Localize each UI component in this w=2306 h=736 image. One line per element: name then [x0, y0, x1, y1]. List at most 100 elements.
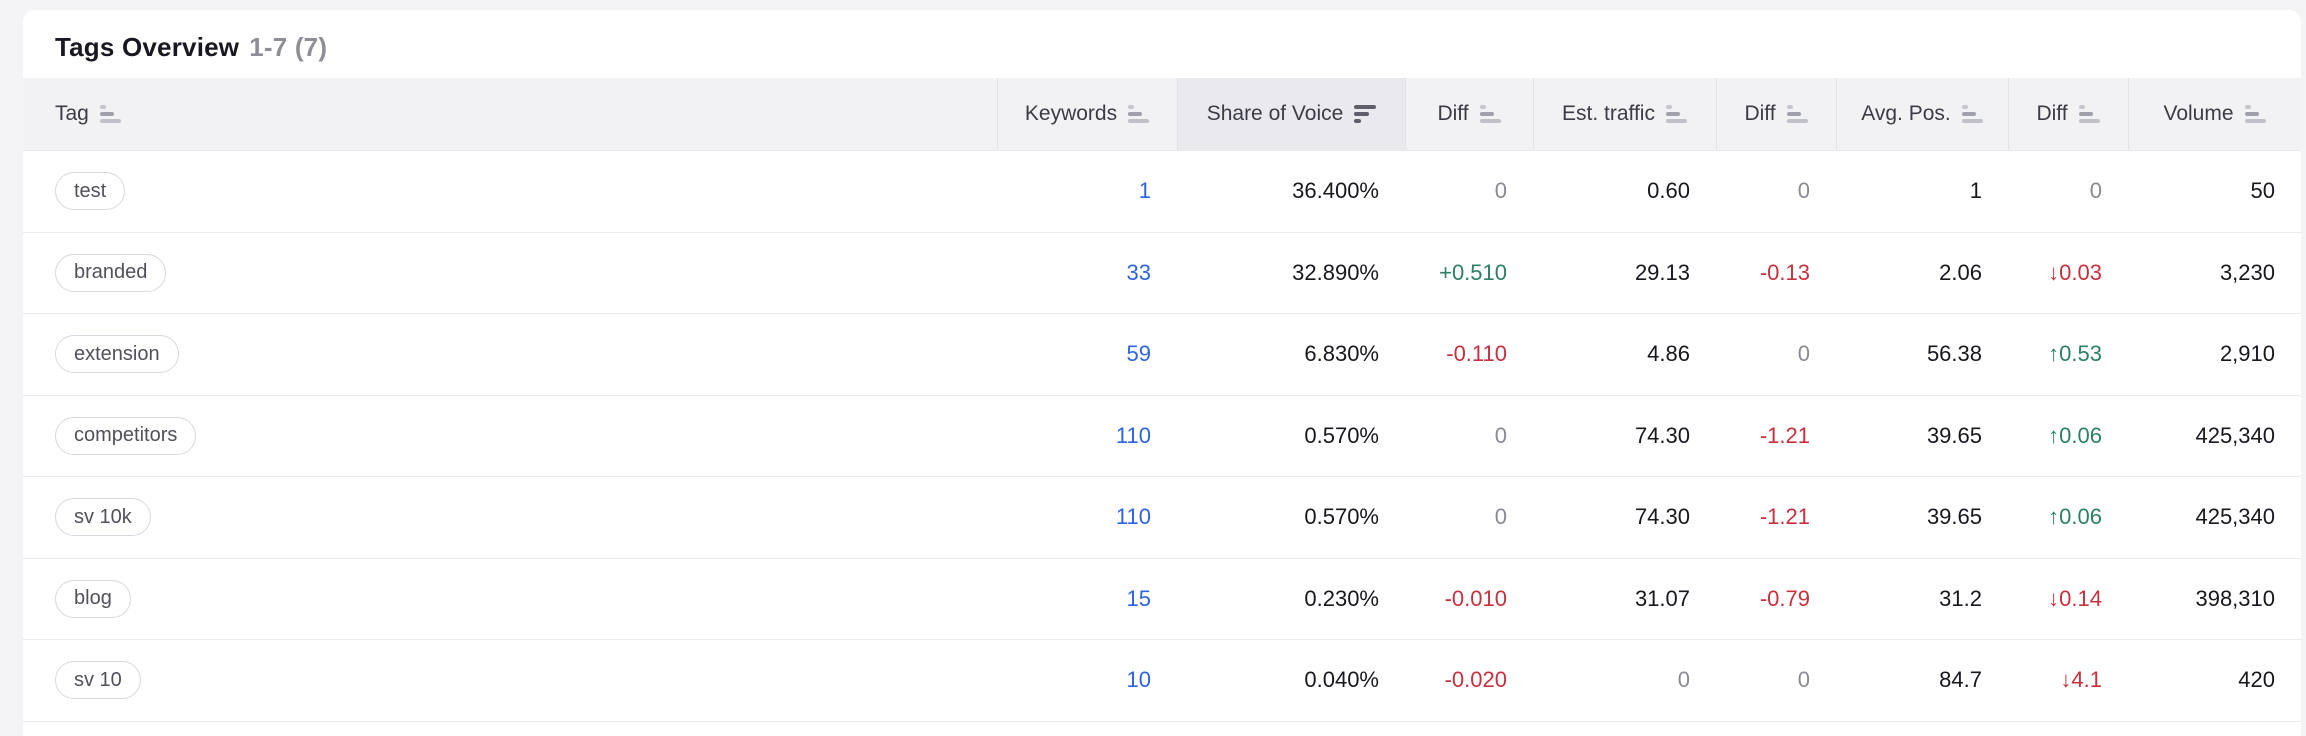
cell-tag: sv 10 [23, 661, 997, 700]
column-header-diff2[interactable]: Diff [1716, 78, 1836, 150]
cell-avgpos: 31.2 [1939, 585, 1982, 611]
column-header-label: Diff [1744, 102, 1776, 125]
tags-overview-card: Tags Overview 1-7 (7) Tag Keywords Share … [23, 10, 2301, 736]
tag-pill-label: sv 10 [74, 668, 122, 691]
column-header-tag[interactable]: Tag [23, 78, 997, 150]
column-header-label: Est. traffic [1562, 102, 1655, 125]
sort-icon [1128, 105, 1150, 123]
tag-pill[interactable]: test [55, 172, 126, 211]
cell-avgpos: 56.38 [1926, 341, 1982, 367]
cell-diff3: ↓4.1 [2060, 667, 2102, 693]
cell-sov: 0.230% [1304, 585, 1379, 611]
table-row: extension 59 6.830% -0.110 4.86 0 56.38 ↑0.53 2… [23, 314, 2301, 396]
cell-sov: 0.570% [1304, 504, 1379, 530]
column-header-volume[interactable]: Volume [2128, 78, 2301, 150]
tag-pill[interactable]: sv 10k [55, 498, 151, 537]
column-header-diff1[interactable]: Diff [1405, 78, 1533, 150]
tag-pill[interactable]: blog [55, 579, 131, 618]
cell-volume: 420 [2238, 667, 2275, 693]
cell-avgpos: 84.7 [1939, 667, 1982, 693]
cell-diff2: 0 [1797, 341, 1810, 367]
cell-tag: sv 10k [23, 498, 997, 537]
table-body: test 1 36.400% 0 0.60 0 1 0 50 branded 33 32.890… [23, 151, 2301, 722]
tag-pill[interactable]: extension [55, 335, 179, 374]
cell-keywords: 1 [997, 178, 1177, 204]
table-row: test 1 36.400% 0 0.60 0 1 0 50 [23, 151, 2301, 233]
column-header-label: Diff [2036, 102, 2068, 125]
keywords-link[interactable]: 10 [1127, 667, 1151, 692]
cell-diff1: -0.110 [1446, 341, 1507, 367]
sort-icon [1961, 105, 1984, 123]
cell-traffic: 0.60 [1647, 178, 1690, 204]
column-header-label: Share of Voice [1206, 102, 1344, 125]
cell-diff1: 0 [1494, 422, 1507, 448]
title-range-count: 1-7 (7) [249, 31, 328, 62]
cell-volume: 425,340 [2195, 504, 2275, 530]
keywords-link[interactable]: 33 [1127, 260, 1151, 285]
sort-icon [99, 105, 122, 123]
cell-traffic: 74.30 [1634, 504, 1690, 530]
sort-desc-active-icon [1354, 105, 1377, 123]
cell-tag: branded [23, 253, 997, 292]
cell-diff3: 0 [2089, 178, 2102, 204]
tag-pill[interactable]: branded [55, 253, 167, 292]
cell-volume: 425,340 [2195, 422, 2275, 448]
cell-sov: 36.400% [1292, 178, 1379, 204]
cell-diff1: -0.020 [1444, 667, 1507, 693]
keywords-link[interactable]: 110 [1116, 423, 1151, 448]
cell-keywords: 110 [997, 423, 1177, 449]
tags-table: Tag Keywords Share of Voice Diff Est. tr… [23, 78, 2301, 722]
sort-icon [2078, 105, 2101, 123]
tag-pill-label: sv 10k [74, 505, 132, 528]
cell-volume: 3,230 [2219, 259, 2275, 285]
cell-volume: 50 [2250, 178, 2275, 204]
cell-traffic: 31.07 [1634, 585, 1690, 611]
card-header: Tags Overview 1-7 (7) [23, 10, 2301, 78]
column-header-sov[interactable]: Share of Voice [1177, 78, 1405, 150]
column-header-label: Keywords [1024, 102, 1118, 125]
cell-diff3: ↑0.53 [2048, 341, 2102, 367]
tag-pill-label: test [74, 179, 107, 202]
keywords-link[interactable]: 15 [1127, 586, 1151, 611]
cell-diff3: ↑0.06 [2048, 504, 2102, 530]
table-row: branded 33 32.890% +0.510 29.13 -0.13 2.06 ↓0.… [23, 232, 2301, 314]
cell-diff2: 0 [1797, 667, 1810, 693]
cell-keywords: 33 [997, 260, 1177, 286]
cell-tag: test [23, 172, 997, 211]
table-header-row: Tag Keywords Share of Voice Diff Est. tr… [23, 78, 2301, 151]
table-row: blog 15 0.230% -0.010 31.07 -0.79 31.2 ↓0.14 39… [23, 558, 2301, 640]
tag-pill-label: branded [74, 261, 148, 284]
cell-tag: extension [23, 335, 997, 374]
cell-sov: 6.830% [1304, 341, 1379, 367]
tag-pill[interactable]: sv 10 [55, 661, 141, 700]
tag-pill-label: competitors [74, 424, 178, 447]
cell-diff2: 0 [1797, 178, 1810, 204]
cell-tag: competitors [23, 416, 997, 455]
sort-icon [2244, 105, 2267, 123]
cell-traffic: 4.86 [1647, 341, 1690, 367]
table-row: competitors 110 0.570% 0 74.30 -1.21 39.65 ↑0.… [23, 395, 2301, 477]
keywords-link[interactable]: 110 [1116, 504, 1151, 529]
cell-diff3: ↓0.14 [2048, 585, 2102, 611]
cell-traffic: 29.13 [1634, 259, 1690, 285]
sort-icon [1786, 105, 1809, 123]
cell-diff1: -0.010 [1444, 585, 1507, 611]
cell-diff1: +0.510 [1439, 259, 1507, 285]
column-header-avgpos[interactable]: Avg. Pos. [1836, 78, 2008, 150]
cell-keywords: 59 [997, 341, 1177, 367]
column-header-label: Avg. Pos. [1861, 102, 1951, 125]
column-header-keywords[interactable]: Keywords [997, 78, 1177, 150]
cell-sov: 0.570% [1304, 422, 1379, 448]
cell-diff1: 0 [1494, 504, 1507, 530]
keywords-link[interactable]: 59 [1127, 341, 1151, 366]
cell-keywords: 110 [997, 504, 1177, 530]
table-row: sv 10k 110 0.570% 0 74.30 -1.21 39.65 ↑0.06 425… [23, 477, 2301, 559]
sort-icon [1665, 105, 1688, 123]
cell-diff2: -1.21 [1759, 422, 1810, 448]
cell-avgpos: 39.65 [1926, 422, 1982, 448]
keywords-link[interactable]: 1 [1139, 178, 1151, 203]
tag-pill[interactable]: competitors [55, 416, 197, 455]
column-header-diff3[interactable]: Diff [2008, 78, 2128, 150]
cell-sov: 32.890% [1292, 259, 1379, 285]
column-header-traffic[interactable]: Est. traffic [1533, 78, 1716, 150]
